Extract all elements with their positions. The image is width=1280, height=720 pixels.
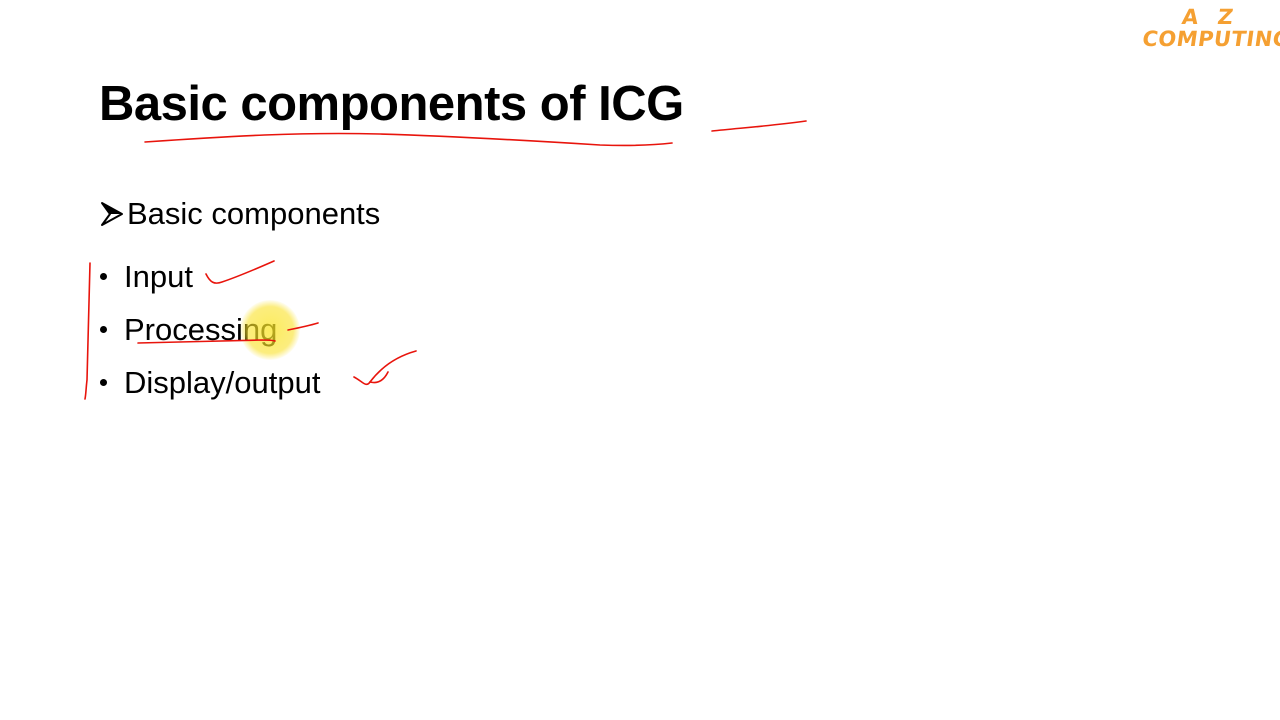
right-arrowhead-icon: [101, 202, 123, 226]
list-item: Input: [98, 250, 320, 303]
title-dash-stroke: [711, 120, 807, 132]
bullet-dot-icon: [100, 379, 107, 386]
brand-logo: A Z COMPUTING: [1140, 5, 1280, 52]
bullet-dot-icon: [100, 273, 107, 280]
list-item: Processing: [98, 303, 320, 356]
bullet-label: Input: [124, 258, 193, 294]
bullet-label: Processing: [124, 311, 278, 347]
display-check-loop-stroke: [369, 371, 389, 384]
logo-line-2: COMPUTING: [1140, 27, 1280, 52]
logo-line-1: A Z: [1180, 5, 1241, 29]
side-bracket-stroke: [84, 262, 91, 400]
title-underline-stroke: [144, 132, 673, 147]
slide-title: Basic components of ICG: [99, 77, 684, 131]
bullet-label: Display/output: [124, 364, 321, 400]
slide-canvas: A Z COMPUTING Basic components of ICG Ba…: [0, 0, 1280, 720]
display-check-stroke: [353, 350, 417, 386]
bullet-dot-icon: [100, 326, 107, 333]
subheading-text: Basic components: [127, 196, 381, 231]
subheading: Basic components: [99, 196, 380, 232]
bullet-list: Input Processing Display/output: [98, 250, 320, 409]
list-item: Display/output: [98, 356, 320, 409]
